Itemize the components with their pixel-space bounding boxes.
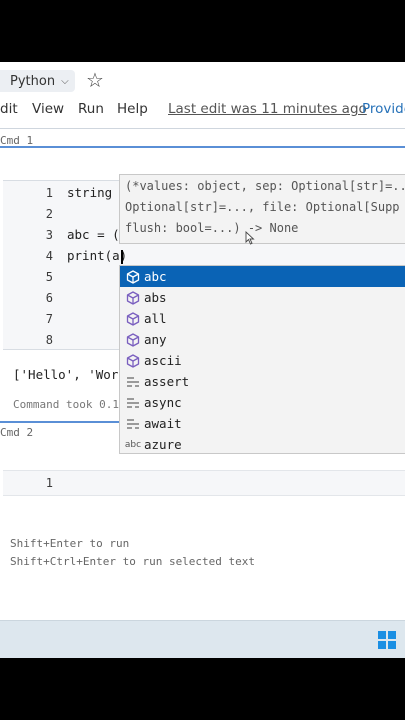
last-edit-link[interactable]: Last edit was 11 minutes ago (168, 101, 367, 117)
language-selector[interactable]: Python ⌵ (0, 70, 75, 92)
line-number: 1 (45, 476, 53, 490)
code-line: string (67, 185, 113, 200)
text-cursor (121, 250, 123, 264)
signature-line: flush: bool=...) -> None (125, 221, 299, 235)
code-cell-2[interactable]: 1 (3, 470, 405, 496)
line-number: 5 (45, 270, 53, 284)
menu-divider (0, 128, 405, 129)
code-line-current: print(a) (67, 248, 127, 263)
signature-line: Optional[str]=..., file: Optional[Supp (125, 200, 400, 214)
menu-view[interactable]: View (32, 101, 64, 117)
code-line-text: print(a) (67, 248, 128, 263)
cell-2-label: Cmd 2 (0, 426, 34, 439)
line-number: 7 (45, 312, 53, 326)
cube-icon (124, 268, 142, 286)
provider-link[interactable]: Provide (362, 101, 405, 117)
suggestion-label: any (144, 332, 167, 347)
suggestion-label: azure (144, 437, 182, 452)
line-number: 2 (45, 207, 53, 221)
code-line: abc = ( (67, 227, 120, 242)
line-number: 3 (45, 228, 53, 242)
suggestion-item-abc[interactable]: abc (120, 266, 405, 287)
suggestion-label: all (144, 311, 167, 326)
suggestion-item-await[interactable]: await (120, 413, 405, 434)
cube-icon (124, 352, 142, 370)
line-number: 6 (45, 291, 53, 305)
active-cell-indicator (0, 146, 405, 148)
menu-help[interactable]: Help (117, 101, 148, 117)
suggestion-label: ascii (144, 353, 182, 368)
suggestion-label: async (144, 395, 182, 410)
line-number: 8 (45, 333, 53, 347)
suggestion-label: await (144, 416, 182, 431)
suggestion-item-async[interactable]: async (120, 392, 405, 413)
cube-icon (124, 331, 142, 349)
cube-icon (124, 310, 142, 328)
suggestion-item-assert[interactable]: assert (120, 371, 405, 392)
line-number: 4 (45, 249, 53, 263)
windows-start-icon[interactable] (378, 631, 396, 649)
chevron-down-icon: ⌵ (61, 75, 69, 87)
keyword-icon (124, 373, 142, 391)
cube-icon (124, 289, 142, 307)
star-icon[interactable]: ☆ (86, 68, 104, 92)
keyword-icon (124, 415, 142, 433)
keyword-icon (124, 394, 142, 412)
mouse-pointer-icon (245, 231, 255, 245)
language-label: Python (10, 73, 56, 89)
signature-help-tooltip: (*values: object, sep: Optional[str]=...… (119, 174, 405, 244)
suggestion-item-ascii[interactable]: ascii (120, 350, 405, 371)
text-icon: abc (124, 439, 142, 450)
run-hint: Shift+Enter to run (10, 537, 130, 550)
cell-output: ['Hello', 'Wor (13, 367, 119, 382)
suggestion-label: abc (144, 269, 167, 284)
command-timing: Command took 0.12 (13, 398, 126, 411)
menu-run[interactable]: Run (78, 101, 104, 117)
autocomplete-list: abc abs all any ascii assert async await… (119, 265, 405, 454)
taskbar (0, 620, 405, 658)
suggestion-item-any[interactable]: any (120, 329, 405, 350)
line-number: 1 (45, 186, 53, 200)
suggestion-item-azure[interactable]: abc azure (120, 434, 405, 455)
menu-edit[interactable]: dit (0, 101, 18, 117)
run-selected-hint: Shift+Ctrl+Enter to run selected text (10, 555, 256, 568)
notebook-screen: Python ⌵ ☆ dit View Run Help Last edit w… (0, 62, 405, 658)
suggestion-label: abs (144, 290, 167, 305)
suggestion-item-all[interactable]: all (120, 308, 405, 329)
signature-line: (*values: object, sep: Optional[str]=... (125, 179, 405, 193)
suggestion-item-abs[interactable]: abs (120, 287, 405, 308)
suggestion-label: assert (144, 374, 190, 389)
